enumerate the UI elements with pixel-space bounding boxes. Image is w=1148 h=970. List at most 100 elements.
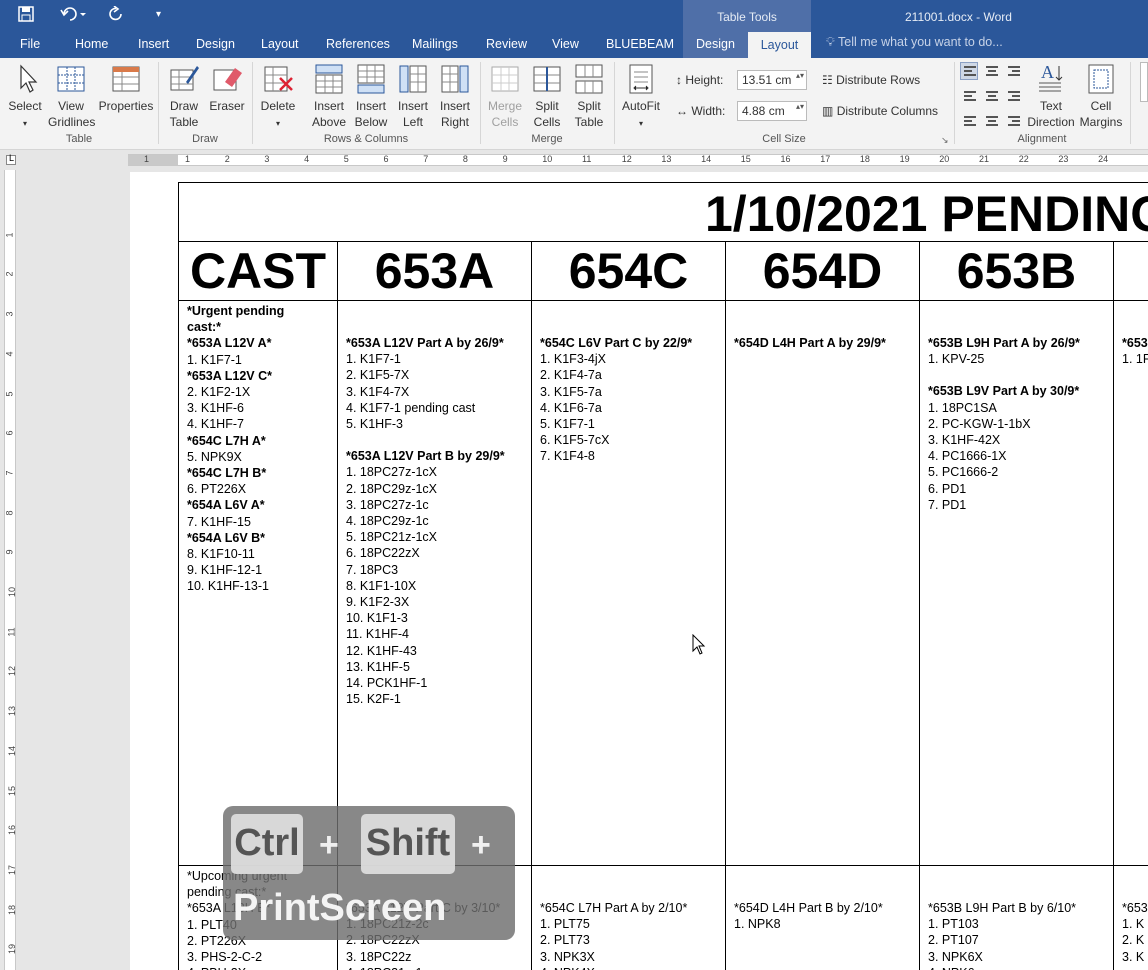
tab-table-design[interactable]: Design: [696, 35, 735, 53]
cell-line: 8. K1F10-11: [187, 547, 255, 562]
cell-line: *653A L12V Part B by 29/9*: [346, 449, 505, 464]
align-center-right-button[interactable]: [1004, 85, 1022, 103]
tab-references[interactable]: References: [326, 35, 390, 53]
properties-label: Properties: [98, 99, 154, 113]
height-input[interactable]: 13.51 cm: [737, 70, 807, 90]
header-cell-cast[interactable]: CAST: [178, 241, 338, 301]
ruler-number: 11: [582, 154, 592, 164]
distribute-columns-icon: ▥: [822, 104, 834, 118]
upcoming-cell[interactable]: *653B L9H Part B by 6/10* 1. PT103 2. PT10…: [919, 865, 1114, 970]
cell-line: *Urgent pending: [187, 304, 285, 318]
select-button[interactable]: Select ▾: [4, 62, 46, 132]
tab-review[interactable]: Review: [486, 35, 527, 53]
header-cell-653a[interactable]: 653A: [337, 241, 532, 301]
align-top-center-button[interactable]: [982, 62, 1000, 80]
pending-cell[interactable]: *654C L6V Part C by 22/9* 1. K1F3-4jX 2. K…: [531, 300, 726, 866]
cell-line: *653: [1122, 901, 1148, 915]
pending-cell[interactable]: *653A L12V Part A by 26/9* 1. K1F7-1 2. K1…: [337, 300, 532, 866]
cell-line: 9. K1F2-3X: [346, 595, 410, 610]
distribute-columns-button[interactable]: ▥ Distribute Columns: [822, 103, 938, 119]
align-bottom-left-button[interactable]: [960, 108, 978, 126]
pending-cell[interactable]: *Urgent pending cast:* *653A L12V A* 1. K1F…: [178, 300, 338, 866]
insert-left-button[interactable]: Insert Left: [392, 62, 434, 130]
tab-file[interactable]: File: [20, 35, 40, 53]
ruler-number: 10: [7, 586, 18, 598]
cell-line: 5. PC1666-2: [928, 465, 999, 480]
upcoming-cell[interactable]: *654D L4H Part B by 2/10* 1. NPK8: [725, 865, 920, 970]
distribute-rows-button[interactable]: ☷ Distribute Rows: [822, 72, 920, 88]
cell-line: *653A L12V C*: [187, 368, 272, 383]
tab-view[interactable]: View: [552, 35, 579, 53]
cell-line: cast:*: [187, 320, 222, 335]
customize-qat-icon[interactable]: ▾: [156, 6, 161, 24]
tab-layout[interactable]: Layout: [261, 35, 299, 53]
width-icon: ↔︎: [676, 104, 688, 118]
tab-table-layout[interactable]: Layout: [748, 32, 811, 58]
tab-design[interactable]: Design: [196, 35, 235, 53]
upcoming-cell[interactable]: *654C L7H Part A by 2/10* 1. PLT75 2. PLT7…: [531, 865, 726, 970]
insert-below-button[interactable]: Insert Below: [350, 62, 392, 130]
insert-right-button[interactable]: Insert Right: [434, 62, 476, 130]
undo-icon[interactable]: [60, 6, 86, 27]
tab-insert[interactable]: Insert: [138, 35, 169, 53]
pending-cell[interactable]: *654D L4H Part A by 29/9*: [725, 300, 920, 866]
cell-line: 2. 18PC29z-1cX: [346, 481, 438, 496]
tab-bluebeam[interactable]: BLUEBEAM: [606, 35, 674, 53]
cell-line: [928, 367, 1105, 383]
group-rows-columns-label: Rows & Columns: [323, 133, 409, 145]
align-bottom-right-button[interactable]: [1004, 108, 1022, 126]
align-top-right-button[interactable]: [1004, 62, 1022, 80]
tab-mailings[interactable]: Mailings: [412, 35, 458, 53]
ruler-number: 7: [423, 154, 429, 164]
table-title-cell[interactable]: 1/10/2021 PENDING: [178, 182, 1148, 242]
eraser-button[interactable]: Eraser: [206, 62, 248, 114]
autofit-button[interactable]: AutoFit ▾: [618, 62, 664, 132]
ruler-number: 16: [780, 154, 791, 164]
cell-line: 13. K1HF-5: [346, 659, 410, 674]
merge-cells-button[interactable]: Merge Cells: [484, 62, 526, 130]
header-cell-654d[interactable]: 654D: [725, 241, 920, 301]
ribbon: Select ▾ View Gridlines Properties Table D…: [0, 58, 1148, 150]
cell-line: *654C L7H Part A by 2/10*: [540, 901, 688, 915]
text-direction-button[interactable]: A Text Direction: [1026, 62, 1076, 130]
align-top-left-button[interactable]: [960, 62, 978, 80]
cell-line: 1. K: [1122, 917, 1145, 932]
cell-size-launcher-icon[interactable]: ↘: [941, 135, 949, 146]
view-gridlines-button[interactable]: View Gridlines: [48, 62, 95, 130]
insert-above-button[interactable]: Insert Above: [308, 62, 350, 130]
width-input[interactable]: 4.88 cm: [737, 101, 807, 121]
align-center-button[interactable]: [982, 85, 1000, 103]
split-table-button[interactable]: Split Table: [568, 62, 610, 130]
tab-home[interactable]: Home: [75, 35, 108, 53]
properties-button[interactable]: Properties: [98, 62, 154, 114]
delete-button[interactable]: Delete ▾: [256, 62, 300, 132]
insert-above-icon: [315, 64, 343, 94]
header-cell-partial[interactable]: [1113, 241, 1148, 301]
insert-left-icon: [399, 65, 427, 93]
header-cell-653b[interactable]: 653B: [919, 241, 1114, 301]
align-bottom-center-button[interactable]: [982, 108, 1000, 126]
horizontal-ruler[interactable]: 1 1 2 3 4 5 6 7 8 9 10 11 12 13 14 15 16 17 18 19 20 21 22 23 24: [128, 154, 1148, 166]
ruler-number: 2: [224, 154, 230, 164]
cell-line: 1. 18PC1SA: [928, 400, 997, 415]
tell-me-search[interactable]: 💡︎ Tell me what you want to do...: [826, 35, 1003, 50]
header-cell-654c[interactable]: 654C: [531, 241, 726, 301]
ruler-number: 23: [1058, 154, 1069, 164]
upcoming-cell[interactable]: *653 1. K 2. K 3. K: [1113, 865, 1148, 970]
sort-button-partial[interactable]: [1140, 62, 1148, 102]
pending-cell[interactable]: *653B L9H Part A by 26/9* 1. KPV-25 *653B …: [919, 300, 1114, 866]
cell-line: 8. K1F1-10X: [346, 578, 417, 593]
cell-line: [540, 303, 717, 319]
redo-icon[interactable]: [108, 5, 124, 27]
split-cells-button[interactable]: Split Cells: [526, 62, 568, 130]
key-printscreen: PrintScreen: [233, 887, 447, 929]
pending-cell[interactable]: *653 1. 1F: [1113, 300, 1148, 866]
save-icon[interactable]: [18, 6, 34, 27]
align-center-left-button[interactable]: [960, 85, 978, 103]
cell-line: 3. K1F4-7X: [346, 384, 410, 399]
draw-table-label-1: Draw: [169, 99, 198, 113]
vertical-ruler[interactable]: 1 2 3 4 5 6 7 8 9 10 11 12 13 14 15 16 17 18 19: [4, 170, 18, 970]
tab-selector[interactable]: L: [6, 153, 16, 165]
cell-margins-button[interactable]: Cell Margins: [1078, 62, 1124, 130]
draw-table-button[interactable]: Draw Table: [164, 62, 204, 130]
